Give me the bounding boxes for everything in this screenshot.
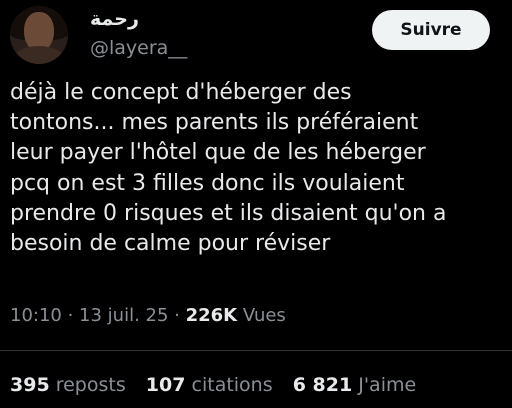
avatar-shoulders-shape — [12, 46, 66, 64]
tweet-time[interactable]: 10:10 — [10, 305, 62, 326]
views-label: Vues — [237, 305, 286, 326]
author-display-name[interactable]: رحمة — [90, 8, 139, 30]
reposts-stat[interactable]: 395 reposts — [10, 372, 126, 398]
tweet-header: رحمة @layera__ Suivre — [10, 6, 502, 64]
likes-label: J'aime — [358, 374, 417, 396]
divider — [0, 350, 512, 351]
tweet-meta: 10:10 · 13 juil. 25 · 226K Vues — [10, 304, 286, 328]
tweet-date[interactable]: 13 juil. 25 — [79, 305, 168, 326]
meta-separator: · — [168, 305, 186, 326]
avatar[interactable] — [10, 6, 68, 64]
author-handle[interactable]: @layera__ — [90, 36, 187, 60]
tweet-stats: 395 reposts 107 citations 6 821 J'aime — [10, 372, 430, 398]
reposts-count: 395 — [10, 374, 50, 396]
follow-button[interactable]: Suivre — [372, 10, 490, 50]
likes-count: 6 821 — [292, 374, 353, 396]
likes-stat[interactable]: 6 821 J'aime — [293, 372, 417, 398]
quotes-stat[interactable]: 107 citations — [146, 372, 273, 398]
quotes-label: citations — [191, 374, 273, 396]
meta-separator: · — [61, 305, 80, 326]
views-count[interactable]: 226K — [186, 305, 238, 326]
reposts-label: reposts — [55, 374, 126, 396]
tweet-text: déjà le concept d'héberger des tontons..… — [10, 80, 447, 257]
quotes-count: 107 — [145, 374, 186, 396]
